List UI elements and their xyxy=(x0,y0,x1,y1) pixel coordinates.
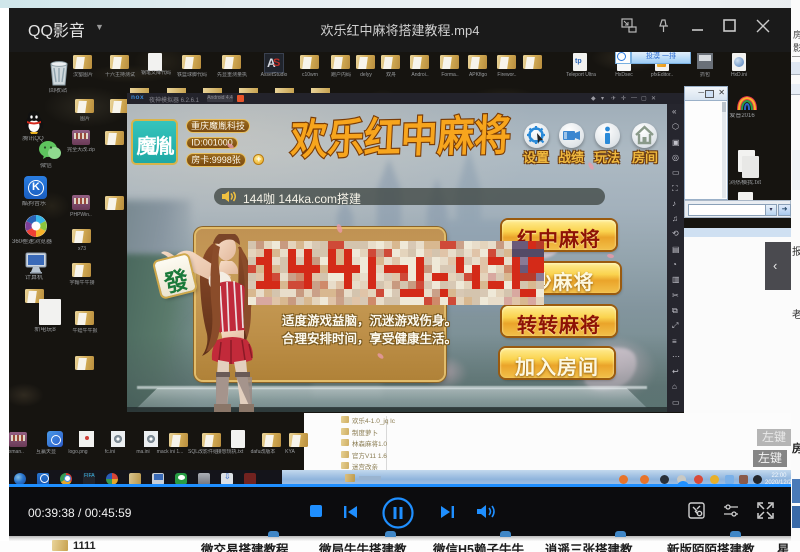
svg-text:欢乐红中麻将: 欢乐红中麻将 xyxy=(289,112,512,164)
